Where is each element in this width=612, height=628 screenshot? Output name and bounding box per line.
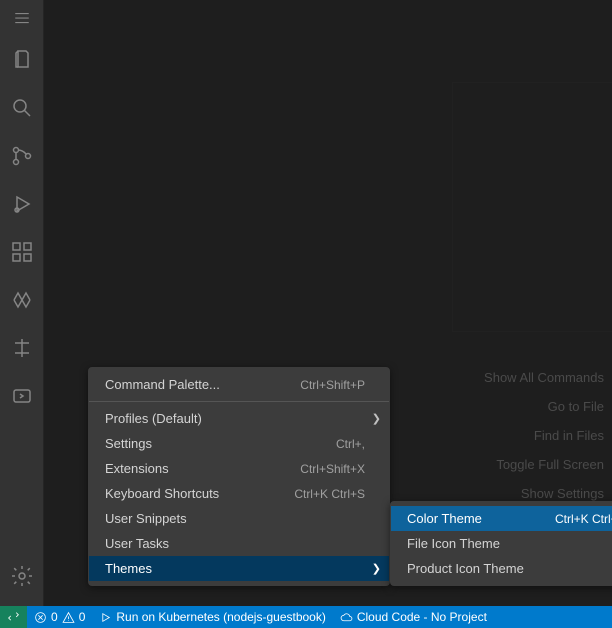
menu-item-user-tasks[interactable]: User Tasks [89, 531, 389, 556]
menu-item-themes[interactable]: Themes ❯ [89, 556, 389, 581]
error-count: 0 [51, 610, 58, 624]
status-problems[interactable]: 0 0 [27, 606, 92, 628]
menu-label: Color Theme [407, 511, 482, 526]
menu-separator [89, 401, 389, 402]
menu-label: Keyboard Shortcuts [105, 486, 219, 501]
menu-label: User Tasks [105, 536, 169, 551]
extensions-icon[interactable] [0, 228, 44, 276]
warning-count: 0 [79, 610, 86, 624]
cloud-icon [340, 611, 353, 624]
menu-shortcut: Ctrl+, [336, 437, 365, 451]
menu-label: Settings [105, 436, 152, 451]
menu-shortcut: Ctrl+Shift+P [300, 378, 365, 392]
activity-item-icon[interactable] [0, 324, 44, 372]
chevron-right-icon: ❯ [372, 412, 381, 425]
hint-find-in-files: Find in Files [484, 428, 604, 443]
hint-toggle-fullscreen: Toggle Full Screen [484, 457, 604, 472]
run-debug-icon[interactable] [0, 180, 44, 228]
menu-item-settings[interactable]: Settings Ctrl+, [89, 431, 389, 456]
source-control-icon[interactable] [0, 132, 44, 180]
menu-item-user-snippets[interactable]: User Snippets [89, 506, 389, 531]
hint-go-to-file: Go to File [484, 399, 604, 414]
status-cloud-code[interactable]: Cloud Code - No Project [333, 606, 494, 628]
status-run-kubernetes[interactable]: Run on Kubernetes (nodejs-guestbook) [92, 606, 332, 628]
menu-item-color-theme[interactable]: Color Theme Ctrl+K Ctrl+T [391, 506, 612, 531]
menu-label: File Icon Theme [407, 536, 500, 551]
menu-item-product-icon-theme[interactable]: Product Icon Theme [391, 556, 612, 581]
menu-shortcut: Ctrl+Shift+X [300, 462, 365, 476]
chevron-right-icon: ❯ [372, 562, 381, 575]
explorer-icon[interactable] [0, 36, 44, 84]
menu-item-command-palette[interactable]: Command Palette... Ctrl+Shift+P [89, 372, 389, 397]
themes-submenu: Color Theme Ctrl+K Ctrl+T File Icon Them… [390, 501, 612, 586]
gear-context-menu: Command Palette... Ctrl+Shift+P Profiles… [88, 367, 390, 586]
status-text: Cloud Code - No Project [357, 610, 487, 624]
activity-bar [0, 0, 44, 606]
menu-shortcut: Ctrl+K Ctrl+S [294, 487, 365, 501]
menu-label: User Snippets [105, 511, 187, 526]
menu-label: Command Palette... [105, 377, 220, 392]
app-menu-icon[interactable] [0, 0, 44, 36]
hint-show-commands: Show All Commands [484, 370, 604, 385]
hint-show-settings: Show Settings [484, 486, 604, 501]
status-text: Run on Kubernetes (nodejs-guestbook) [116, 610, 325, 624]
menu-item-profiles[interactable]: Profiles (Default) ❯ [89, 406, 389, 431]
activity-item-icon[interactable] [0, 276, 44, 324]
menu-item-extensions[interactable]: Extensions Ctrl+Shift+X [89, 456, 389, 481]
menu-label: Profiles (Default) [105, 411, 202, 426]
menu-label: Extensions [105, 461, 169, 476]
debug-alt-icon [99, 611, 112, 624]
settings-gear-icon[interactable] [0, 552, 44, 600]
search-icon[interactable] [0, 84, 44, 132]
menu-shortcut: Ctrl+K Ctrl+T [555, 512, 612, 526]
warning-icon [62, 611, 75, 624]
menu-item-keyboard-shortcuts[interactable]: Keyboard Shortcuts Ctrl+K Ctrl+S [89, 481, 389, 506]
menu-item-file-icon-theme[interactable]: File Icon Theme [391, 531, 612, 556]
error-icon [34, 611, 47, 624]
status-bar: 0 0 Run on Kubernetes (nodejs-guestbook)… [0, 606, 612, 628]
welcome-hints: Show All Commands Go to File Find in Fil… [484, 370, 604, 501]
editor-area: Show All Commands Go to File Find in Fil… [44, 0, 612, 606]
menu-label: Product Icon Theme [407, 561, 524, 576]
activity-item-icon[interactable] [0, 372, 44, 420]
remote-indicator[interactable] [0, 606, 27, 628]
vscode-watermark-icon [452, 82, 612, 332]
menu-label: Themes [105, 561, 152, 576]
